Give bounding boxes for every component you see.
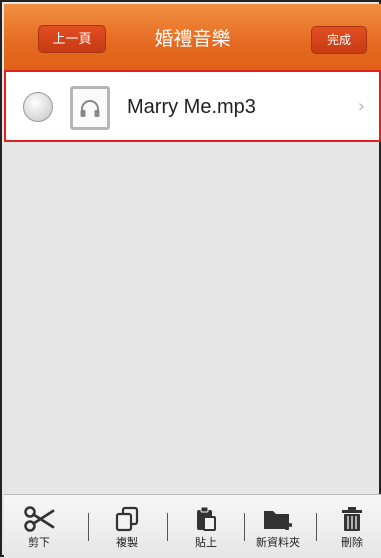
delete-label: 刪除: [341, 536, 363, 549]
copy-icon: [115, 506, 139, 532]
scissors-icon: [24, 506, 55, 532]
headphones-icon: [70, 86, 110, 130]
app-window: 上一頁 婚禮音樂 完成 Marry Me.mp3 › 剪下 複製 貼上 新資料夾…: [0, 0, 381, 558]
bottom-toolbar: 剪下 複製 貼上 新資料夾 刪除: [4, 494, 381, 558]
back-button-label: 上一頁: [52, 32, 92, 47]
chevron-right-icon: ›: [357, 96, 365, 117]
file-name: Marry Me.mp3: [127, 96, 256, 118]
list-item[interactable]: Marry Me.mp3 ›: [4, 70, 381, 142]
divider: [244, 513, 245, 541]
divider: [316, 513, 317, 541]
trash-icon: [342, 507, 362, 531]
cut-label: 剪下: [28, 536, 50, 549]
divider: [167, 513, 168, 541]
paste-icon: [197, 506, 216, 531]
select-checkbox[interactable]: [23, 92, 53, 122]
back-button[interactable]: 上一頁: [38, 25, 106, 53]
divider: [88, 513, 89, 541]
cut-button[interactable]: 剪下: [9, 495, 69, 558]
done-button[interactable]: 完成: [311, 26, 367, 54]
new-folder-button[interactable]: 新資料夾: [248, 495, 308, 558]
copy-label: 複製: [116, 536, 138, 549]
paste-label: 貼上: [195, 536, 217, 549]
copy-button[interactable]: 複製: [97, 495, 157, 558]
paste-button[interactable]: 貼上: [176, 495, 236, 558]
file-list: Marry Me.mp3 ›: [4, 70, 381, 142]
nav-bar: 上一頁 婚禮音樂 完成: [4, 4, 381, 71]
new-folder-icon: [264, 511, 292, 530]
delete-button[interactable]: 刪除: [322, 495, 381, 558]
new-folder-label: 新資料夾: [256, 536, 300, 549]
